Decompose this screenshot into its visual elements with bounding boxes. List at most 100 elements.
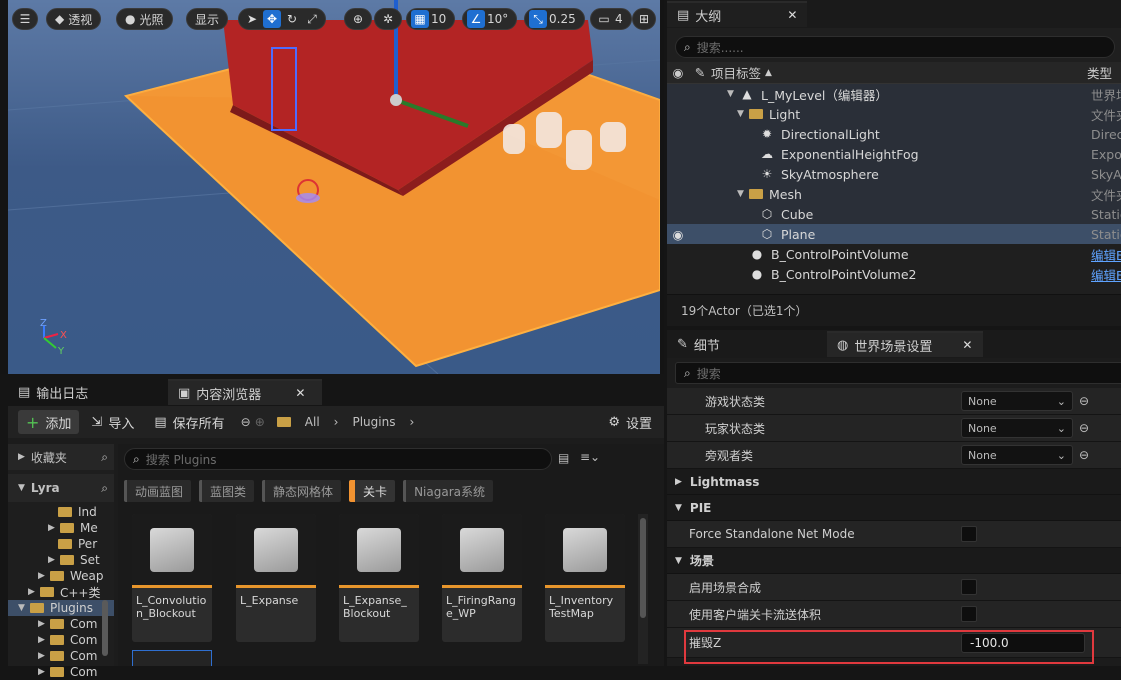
add-button[interactable]: + 添加	[18, 410, 80, 434]
move-icon[interactable]: ✥	[263, 10, 281, 28]
tree-item[interactable]: Per	[8, 536, 114, 552]
layout-button[interactable]: ⊞	[632, 8, 656, 30]
back-arrow-icon[interactable]: ⊖	[1079, 448, 1089, 462]
column-type[interactable]: 类型	[1087, 63, 1112, 82]
filter-anim-bp[interactable]: 动画蓝图	[124, 480, 192, 502]
rotate-icon[interactable]: ↻	[283, 10, 301, 28]
close-icon[interactable]: ✕	[787, 8, 797, 22]
checkbox[interactable]	[961, 606, 977, 622]
asset-search[interactable]: ⌕ 搜索 Plugins	[124, 448, 552, 470]
show-button[interactable]: 显示	[186, 8, 229, 30]
tree-item[interactable]: ▶ Com	[8, 616, 114, 632]
select-icon[interactable]: ➤	[243, 10, 261, 28]
details-search[interactable]: ⌕ 搜索	[675, 362, 1121, 384]
rotation-snap-button[interactable]: ∠ 10°	[462, 8, 518, 30]
asset-tile[interactable]: L_Convolution_Blockout	[132, 514, 212, 642]
filter-bp-class[interactable]: 蓝图类	[199, 480, 255, 502]
tree-item[interactable]: ▶ Set	[8, 552, 114, 568]
forward-icon[interactable]: ⊕	[255, 415, 265, 429]
row-type-link[interactable]: 编辑B	[1091, 245, 1121, 264]
search-icon[interactable]: ⌕	[101, 450, 108, 465]
project-header[interactable]: ▼ Lyra ⌕	[8, 474, 114, 502]
tab-outliner[interactable]: ▤ 大纲 ✕	[667, 1, 808, 27]
outliner-row[interactable]: ▼ Mesh 文件夹	[667, 184, 1121, 204]
row-type-link[interactable]: 编辑B	[1091, 265, 1121, 284]
tree-item[interactable]: ▶ Me	[8, 520, 114, 536]
import-button[interactable]: ⇲ 导入	[83, 410, 142, 434]
outliner-row-selected[interactable]: ◉ ⬡ Plane Static	[667, 224, 1121, 244]
class-dropdown[interactable]: None ⌄	[961, 391, 1073, 411]
kill-z-input[interactable]: -100.0	[961, 632, 1085, 653]
back-arrow-icon[interactable]: ⊖	[1079, 394, 1089, 408]
outliner-row[interactable]: ☀ SkyAtmosphere SkyAtm	[667, 164, 1121, 184]
grid-snap-button[interactable]: ▦ 10	[406, 8, 456, 30]
lighting-button[interactable]: ● 光照	[116, 8, 173, 30]
eye-icon[interactable]: ◉	[667, 65, 689, 80]
tree-item[interactable]: ▶ C++类	[8, 584, 114, 600]
tree-item[interactable]: ▶ Weap	[8, 568, 114, 584]
chevron-down-icon: ⌄	[1056, 421, 1066, 435]
viewport-menu-button[interactable]: ☰	[12, 8, 38, 30]
tree-item[interactable]: ▶ Com	[8, 648, 114, 664]
tab-content-browser[interactable]: ▣ 内容浏览器 ✕	[168, 379, 322, 405]
filter-niagara[interactable]: Niagara系统	[403, 480, 493, 502]
tree-item[interactable]: Ind	[8, 504, 114, 520]
filter-level[interactable]: 关卡	[349, 480, 396, 502]
section-pie[interactable]: ▼ PIE	[667, 495, 1121, 521]
breadcrumb-plugins[interactable]: Plugins	[352, 415, 395, 429]
scale-snap-button[interactable]: ⤡ 0.25	[524, 8, 585, 30]
asset-scrollbar[interactable]	[640, 518, 646, 618]
back-arrow-icon[interactable]: ⊖	[1079, 421, 1089, 435]
tab-details[interactable]: ✎ 细节	[667, 331, 827, 357]
save-search-icon[interactable]: ▤	[558, 451, 569, 465]
globe-icon: ⊕	[352, 12, 364, 26]
class-dropdown[interactable]: None ⌄	[961, 445, 1073, 465]
checkbox[interactable]	[961, 579, 977, 595]
outliner-row[interactable]: ● B_ControlPointVolume 编辑B	[667, 244, 1121, 264]
filter-icon[interactable]: ≡⌄	[580, 450, 600, 464]
asset-tile[interactable]: L_FiringRange_WP	[442, 514, 522, 642]
outliner-search[interactable]: ⌕ 搜索......	[675, 36, 1115, 58]
outliner-row[interactable]: ▼ Light 文件夹	[667, 104, 1121, 124]
tab-world-settings[interactable]: ◍ 世界场景设置 ✕	[827, 331, 983, 357]
asset-tile[interactable]: L_Expanse	[236, 514, 316, 642]
world-local-button[interactable]: ⊕	[344, 8, 372, 30]
asset-tile[interactable]: L_Inventory TestMap	[545, 514, 625, 642]
level-icon: ▲	[742, 87, 752, 101]
asset-tile[interactable]: L_Expanse_ Blockout	[339, 514, 419, 642]
search-icon[interactable]: ⌕	[101, 481, 108, 496]
pin-icon[interactable]: ✎	[689, 65, 711, 80]
close-icon[interactable]: ✕	[295, 386, 305, 400]
scale-icon[interactable]: ⤢	[303, 10, 321, 28]
outliner-row[interactable]: ▼ ▲ L_MyLevel（编辑器） 世界场	[667, 84, 1121, 104]
tree-item-selected[interactable]: ▼ Plugins	[8, 600, 114, 616]
section-lightmass[interactable]: ▶ Lightmass	[667, 469, 1121, 495]
back-icon[interactable]: ⊖	[241, 415, 251, 429]
save-all-button[interactable]: ▤ 保存所有	[146, 410, 232, 434]
tree-scrollbar[interactable]	[102, 600, 108, 656]
outliner-row[interactable]: ⬡ Cube Static	[667, 204, 1121, 224]
visibility-eye-icon[interactable]: ◉	[667, 227, 689, 242]
filter-static-mesh[interactable]: 静态网格体	[262, 480, 342, 502]
tab-output-log[interactable]: ▤ 输出日志	[8, 379, 168, 405]
settings-button[interactable]: ⚙ 设置	[600, 410, 660, 434]
outliner-status-bar: 19个Actor（已选1个）	[667, 294, 1121, 326]
outliner-row[interactable]: ✹ DirectionalLight Direct	[667, 124, 1121, 144]
breadcrumb-all[interactable]: All	[305, 415, 320, 429]
outliner-row[interactable]: ● B_ControlPointVolume2 编辑B	[667, 264, 1121, 284]
outliner-row[interactable]: ☁ ExponentialHeightFog Expon	[667, 144, 1121, 164]
checkbox[interactable]	[961, 526, 977, 542]
tree-item[interactable]: ▶ Com	[8, 664, 114, 680]
level-viewport[interactable]: Z X Y ☰ ◆ 透视 ● 光照 显示 ➤ ✥ ↻ ⤢ ⊕ ✲ ▦ 10 ∠ …	[0, 0, 664, 374]
outliner-icon: ▤	[677, 7, 690, 23]
close-icon[interactable]: ✕	[962, 338, 972, 352]
tree-item[interactable]: ▶ Com	[8, 632, 114, 648]
surface-snap-button[interactable]: ✲	[374, 8, 402, 30]
column-item-label[interactable]: 项目标签	[711, 63, 761, 82]
section-scene[interactable]: ▼ 场景	[667, 548, 1121, 574]
asset-tile-partial[interactable]	[132, 650, 212, 666]
favorites-header[interactable]: ▶ 收藏夹 ⌕	[8, 444, 114, 470]
camera-speed-button[interactable]: ▭ 4	[590, 8, 632, 30]
perspective-button[interactable]: ◆ 透视	[46, 8, 102, 30]
class-dropdown[interactable]: None ⌄	[961, 418, 1073, 438]
